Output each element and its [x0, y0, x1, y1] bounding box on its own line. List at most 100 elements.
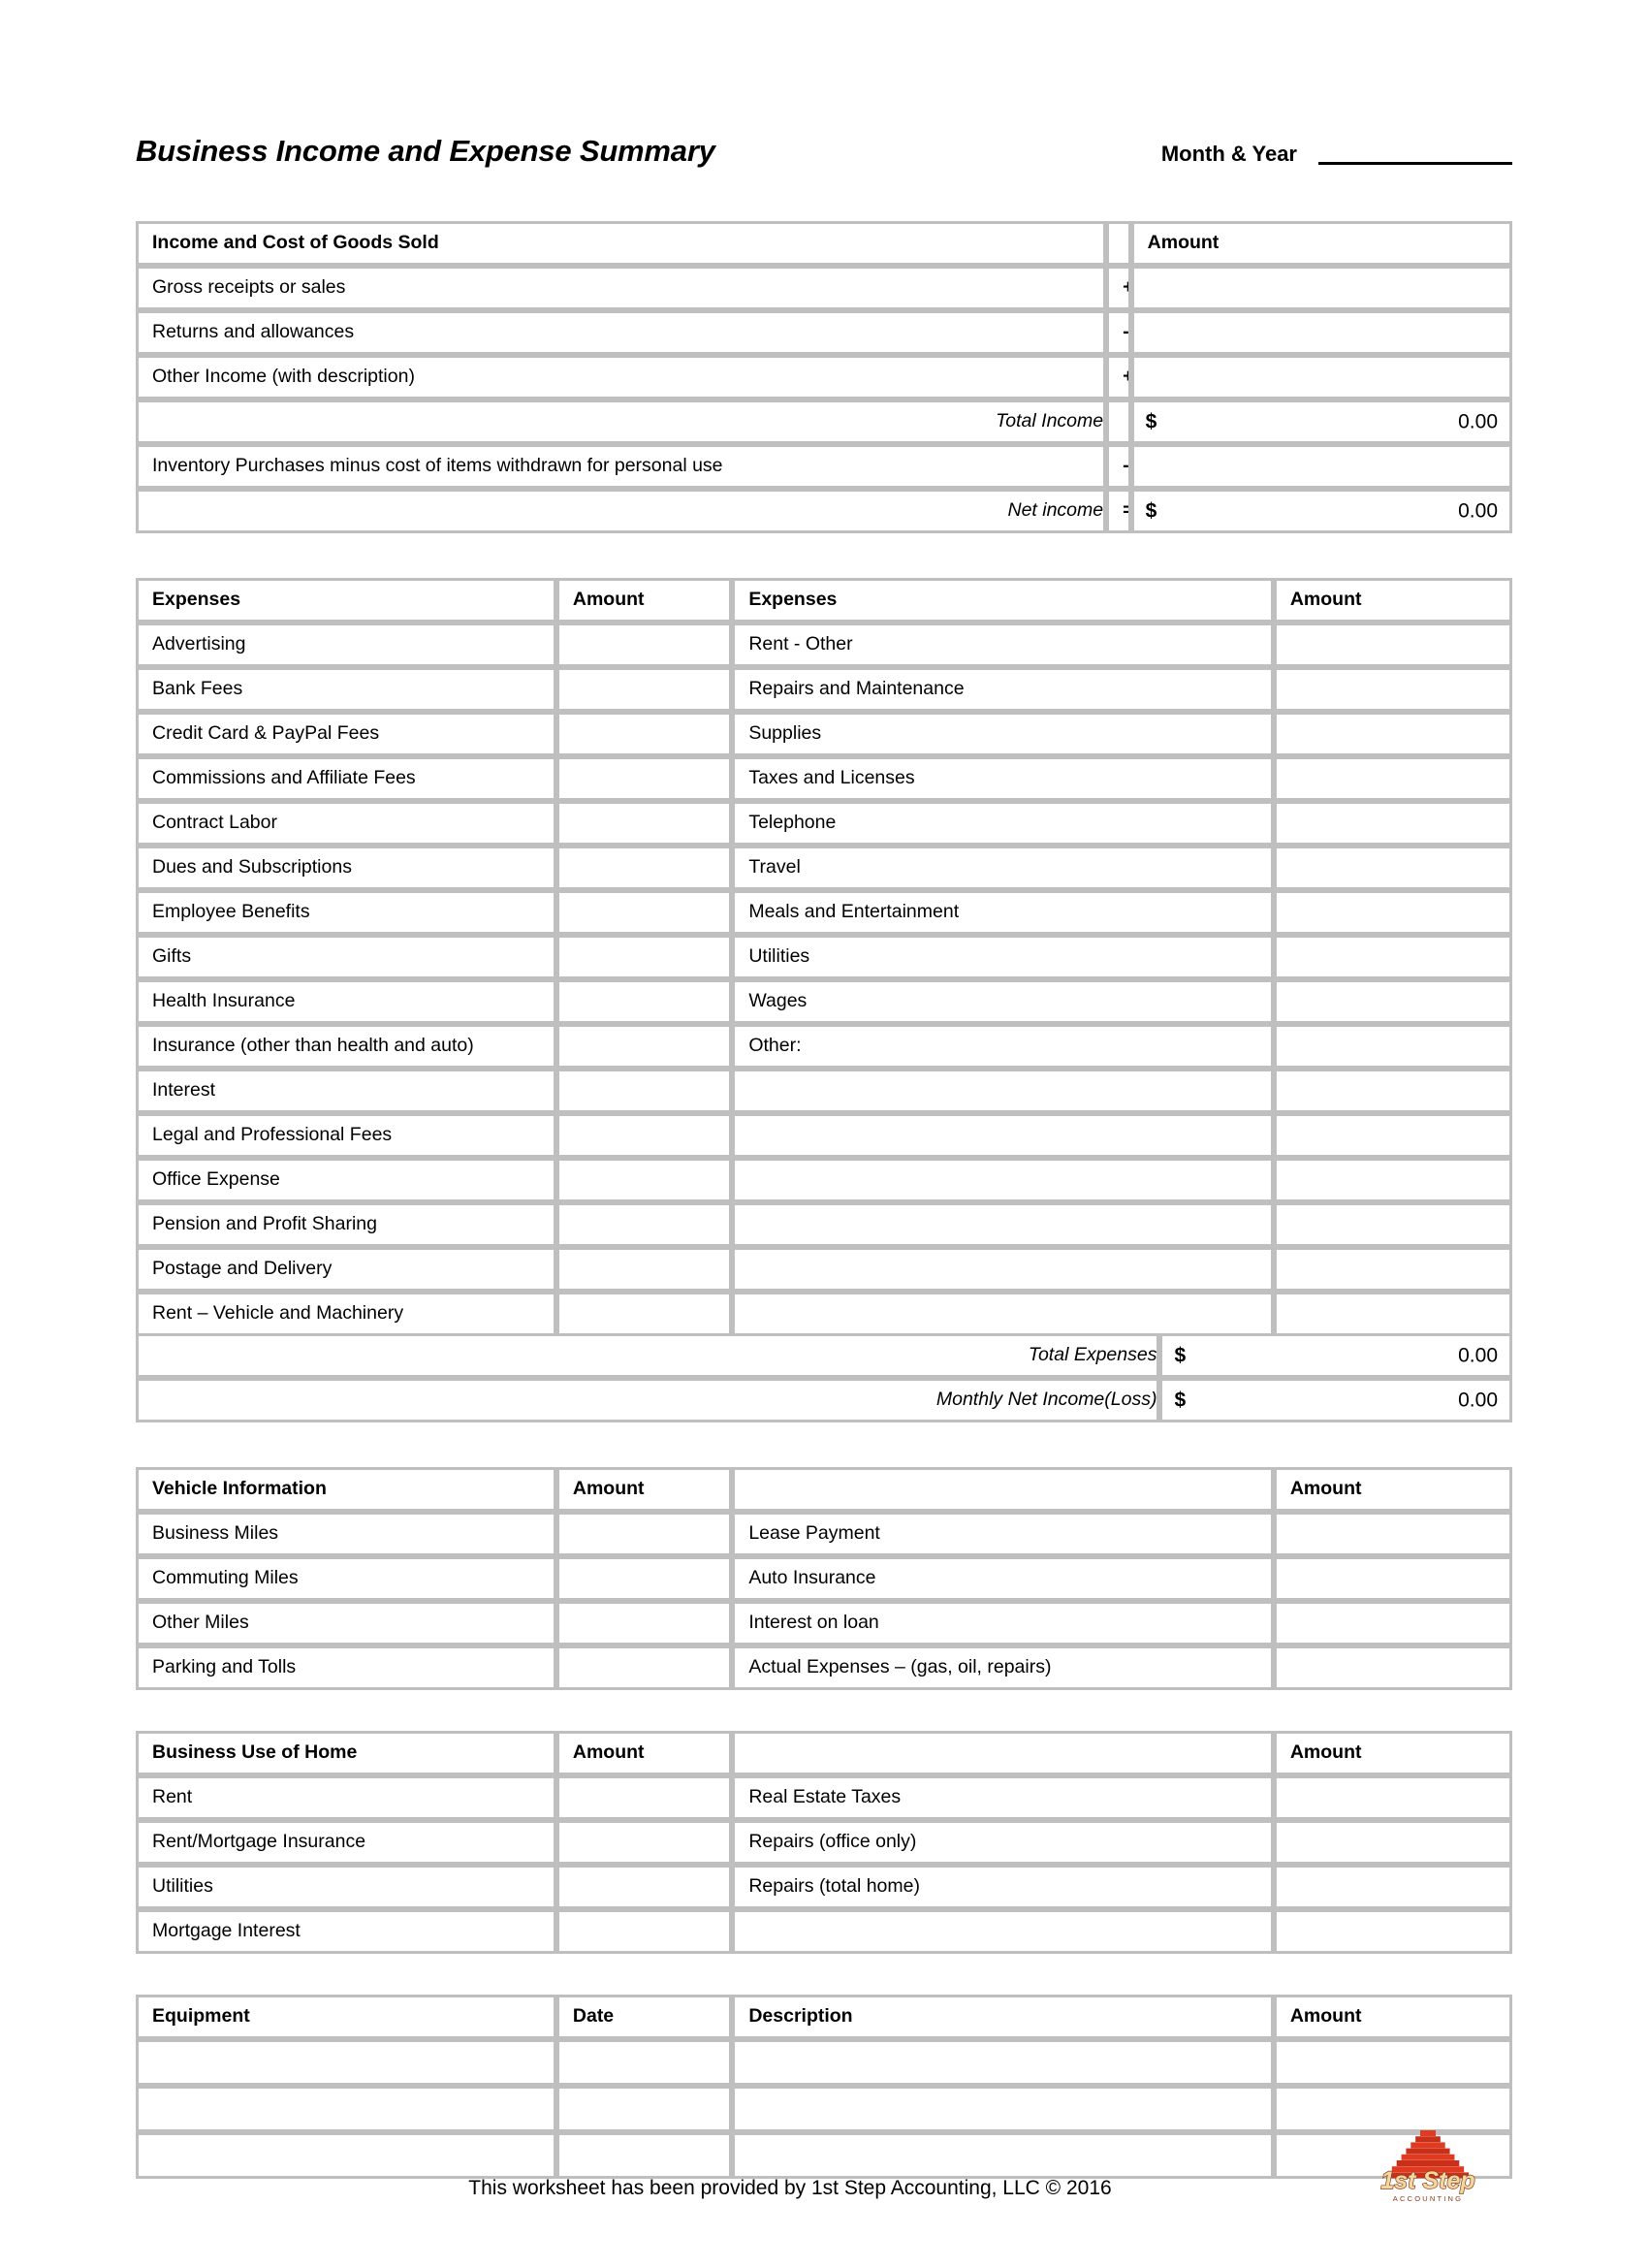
table-row: Dues and Subscriptions Travel — [136, 846, 1512, 890]
table-row: Health Insurance Wages — [136, 979, 1512, 1024]
expenses-row-label-left: Legal and Professional Fees — [136, 1113, 556, 1158]
expenses-row-amount-right[interactable] — [1273, 846, 1512, 890]
total-income-label: Total Income — [136, 399, 1107, 444]
expenses-row-amount-right[interactable] — [1273, 1292, 1512, 1336]
expenses-row-label-right: Repairs and Maintenance — [732, 667, 1274, 712]
expenses-row-amount-right[interactable] — [1273, 1202, 1512, 1247]
net-income-label: Net income — [136, 489, 1107, 533]
vehicle-row-amount-left[interactable] — [555, 1512, 733, 1556]
vehicle-row-amount-right[interactable] — [1273, 1556, 1512, 1601]
expenses-row-amount-right[interactable] — [1273, 1024, 1512, 1069]
row-label-inventory-purchases: Inventory Purchases minus cost of items … — [136, 444, 1107, 489]
home-row-amount-right[interactable] — [1273, 1865, 1512, 1909]
vehicle-row-amount-left[interactable] — [555, 1645, 733, 1690]
home-row-amount-left[interactable] — [555, 1775, 733, 1820]
expenses-row-label-left: Employee Benefits — [136, 890, 556, 935]
home-row-amount-left[interactable] — [555, 1865, 733, 1909]
expenses-row-label-right: Utilities — [732, 935, 1274, 979]
expenses-row-amount-right[interactable] — [1273, 801, 1512, 846]
expenses-row-amount-right[interactable] — [1273, 756, 1512, 801]
home-row-amount-right[interactable] — [1273, 1909, 1512, 1954]
expenses-row-amount-right[interactable] — [1273, 1069, 1512, 1113]
home-row-amount-left[interactable] — [555, 1909, 733, 1954]
table-row-total-expenses: Total Expenses $ 0.00 — [136, 1333, 1512, 1378]
vehicle-row-label-left: Business Miles — [136, 1512, 556, 1556]
vehicle-row-amount-right[interactable] — [1273, 1512, 1512, 1556]
expenses-row-amount-left[interactable] — [555, 667, 733, 712]
equipment-date-cell[interactable] — [555, 2039, 733, 2086]
table-row: Gross receipts or sales + — [136, 266, 1512, 310]
home-row-amount-right[interactable] — [1273, 1820, 1512, 1865]
expenses-row-amount-right[interactable] — [1273, 935, 1512, 979]
equipment-cell[interactable] — [136, 2086, 556, 2132]
expenses-row-amount-left[interactable] — [555, 846, 733, 890]
expenses-row-amount-left[interactable] — [555, 1024, 733, 1069]
income-and-cogs-table: Income and Cost of Goods Sold Amount Gro… — [136, 221, 1512, 533]
table-row: Returns and allowances - — [136, 310, 1512, 355]
expenses-row-label-left: Dues and Subscriptions — [136, 846, 556, 890]
equipment-description-cell[interactable] — [732, 2039, 1274, 2086]
table-row: Office Expense — [136, 1158, 1512, 1202]
home-row-amount-right[interactable] — [1273, 1775, 1512, 1820]
month-year-input[interactable] — [1318, 158, 1512, 165]
expenses-row-amount-left[interactable] — [555, 1069, 733, 1113]
table-row: Bank Fees Repairs and Maintenance — [136, 667, 1512, 712]
vehicle-row-amount-left[interactable] — [555, 1556, 733, 1601]
expenses-row-amount-right[interactable] — [1273, 979, 1512, 1024]
currency-symbol: $ — [1174, 1389, 1187, 1412]
row-amount-inventory-purchases[interactable] — [1130, 444, 1512, 489]
expenses-row-amount-left[interactable] — [555, 1292, 733, 1336]
equipment-description-cell[interactable] — [732, 2086, 1274, 2132]
home-left-header: Business Use of Home — [136, 1731, 556, 1775]
table-row: Gifts Utilities — [136, 935, 1512, 979]
row-amount-gross-receipts[interactable] — [1130, 266, 1512, 310]
expenses-row-amount-right[interactable] — [1273, 890, 1512, 935]
vehicle-row-amount-left[interactable] — [555, 1601, 733, 1645]
expenses-row-amount-left[interactable] — [555, 890, 733, 935]
expenses-row-amount-right[interactable] — [1273, 667, 1512, 712]
table-header-row: Equipment Date Description Amount — [136, 1995, 1512, 2039]
table-row: Postage and Delivery — [136, 1247, 1512, 1292]
equipment-amount-cell[interactable] — [1273, 2039, 1512, 2086]
expenses-row-amount-left[interactable] — [555, 1113, 733, 1158]
expenses-row-amount-left[interactable] — [555, 1158, 733, 1202]
vehicle-row-amount-right[interactable] — [1273, 1645, 1512, 1690]
amount-value: 0.00 — [1458, 499, 1498, 523]
expenses-row-amount-left[interactable] — [555, 1202, 733, 1247]
expenses-row-label-right — [732, 1158, 1274, 1202]
home-row-label-right: Repairs (office only) — [732, 1820, 1274, 1865]
equipment-date-cell[interactable] — [555, 2086, 733, 2132]
currency-symbol: $ — [1145, 499, 1157, 523]
expenses-row-label-right: Supplies — [732, 712, 1274, 756]
table-row: Business Miles Lease Payment — [136, 1512, 1512, 1556]
expenses-row-amount-left[interactable] — [555, 1247, 733, 1292]
vehicle-row-amount-right[interactable] — [1273, 1601, 1512, 1645]
home-row-label-left: Rent/Mortgage Insurance — [136, 1820, 556, 1865]
expenses-row-label-left: Postage and Delivery — [136, 1247, 556, 1292]
row-amount-returns-allowances[interactable] — [1130, 310, 1512, 355]
expenses-row-amount-right[interactable] — [1273, 1247, 1512, 1292]
expenses-row-amount-right[interactable] — [1273, 712, 1512, 756]
expenses-row-amount-right[interactable] — [1273, 1113, 1512, 1158]
expenses-row-amount-right[interactable] — [1273, 1158, 1512, 1202]
expenses-row-label-right — [732, 1113, 1274, 1158]
expenses-row-amount-right[interactable] — [1273, 623, 1512, 667]
page-footer: This worksheet has been provided by 1st … — [136, 2128, 1512, 2235]
equipment-cell[interactable] — [136, 2039, 556, 2086]
expenses-row-amount-left[interactable] — [555, 712, 733, 756]
expenses-row-amount-left[interactable] — [555, 756, 733, 801]
total-expenses-label: Total Expenses — [136, 1333, 1160, 1378]
month-year-label: Month & Year — [1160, 142, 1297, 166]
expenses-row-amount-left[interactable] — [555, 623, 733, 667]
home-row-amount-left[interactable] — [555, 1820, 733, 1865]
table-row: Other Income (with description) + — [136, 355, 1512, 399]
table-row — [136, 2086, 1512, 2132]
row-label-returns-allowances: Returns and allowances — [136, 310, 1107, 355]
table-row: Contract Labor Telephone — [136, 801, 1512, 846]
expenses-row-amount-left[interactable] — [555, 935, 733, 979]
expenses-row-amount-left[interactable] — [555, 801, 733, 846]
expenses-row-amount-left[interactable] — [555, 979, 733, 1024]
row-amount-other-income[interactable] — [1130, 355, 1512, 399]
row-sign-other-income: + — [1106, 355, 1131, 399]
expenses-row-label-left: Insurance (other than health and auto) — [136, 1024, 556, 1069]
